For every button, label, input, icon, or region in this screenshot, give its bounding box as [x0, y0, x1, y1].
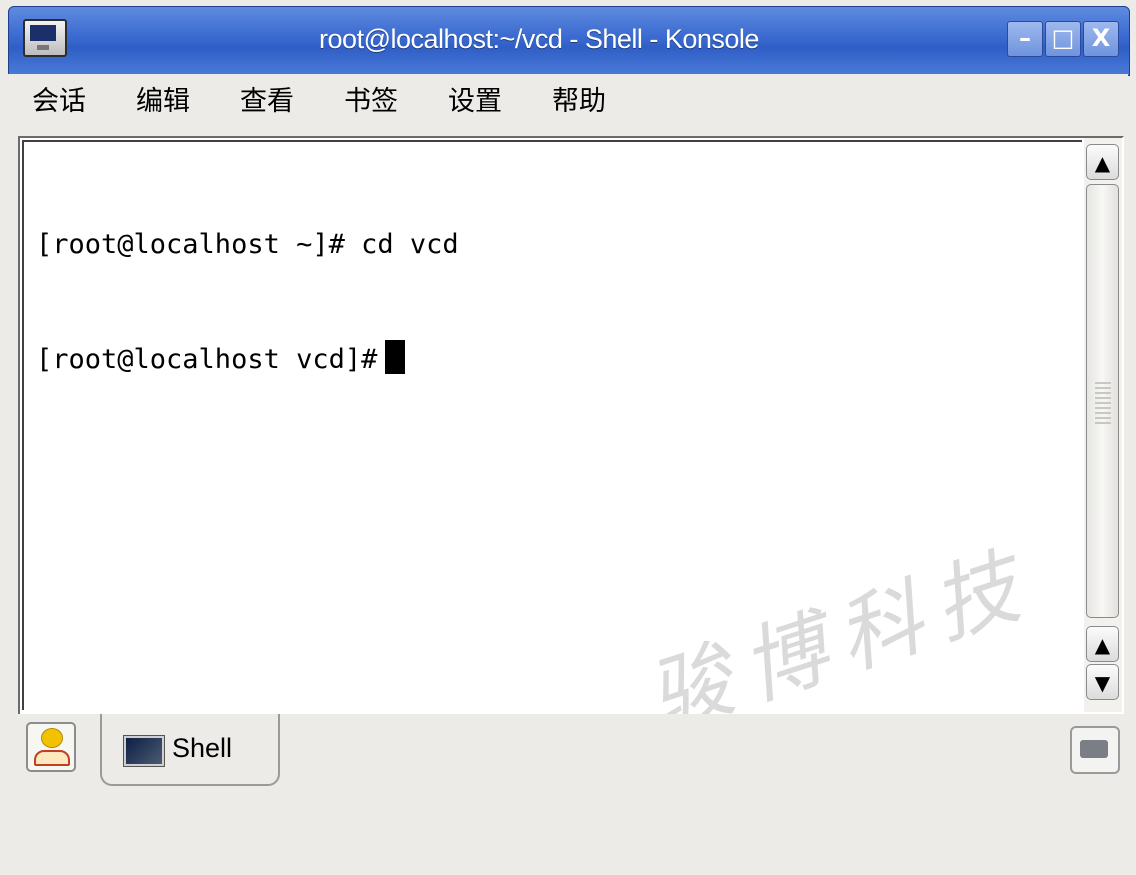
terminal-output[interactable]: [root@localhost ~]# cd vcd [root@localho… [22, 140, 1082, 750]
terminal-line: [root@localhost ~]# cd vcd [36, 229, 459, 260]
session-tab-bar: Shell [8, 714, 1128, 794]
tab-shell[interactable]: Shell [100, 714, 280, 786]
text-cursor [385, 340, 406, 374]
scroll-page-up-button[interactable]: ▲ [1086, 626, 1119, 662]
minimize-button[interactable]: – [1007, 21, 1043, 57]
menu-help[interactable]: 帮助 [552, 82, 606, 122]
window-title: root@localhost:~/vcd - Shell - Konsole [319, 24, 759, 54]
monitor-stand [37, 45, 49, 50]
close-session-plug-icon [1080, 740, 1108, 758]
scroll-up-button[interactable]: ▲ [1086, 144, 1119, 180]
new-session-sun-icon [41, 728, 63, 748]
menu-bar: 会话 编辑 查看 书签 设置 帮助 [8, 74, 1128, 130]
title-bar[interactable]: root@localhost:~/vcd - Shell - Konsole –… [8, 6, 1130, 76]
maximize-button[interactable]: □ [1045, 21, 1081, 57]
menu-edit[interactable]: 编辑 [136, 82, 190, 122]
terminal-prompt: [root@localhost vcd]# [36, 344, 378, 375]
menu-settings[interactable]: 设置 [448, 82, 502, 122]
close-button[interactable]: X [1083, 21, 1119, 57]
vertical-scrollbar[interactable]: ▲ ▲ ▼ [1084, 138, 1122, 712]
close-session-icon[interactable] [1070, 726, 1120, 774]
terminal-monitor-icon[interactable] [23, 19, 67, 57]
tab-label: Shell [172, 733, 233, 763]
menu-bookmarks[interactable]: 书签 [344, 82, 398, 122]
scroll-thumb[interactable] [1086, 184, 1119, 618]
menu-view[interactable]: 查看 [240, 82, 294, 122]
terminal-icon [124, 736, 164, 766]
monitor-screen [30, 25, 56, 41]
konsole-window: root@localhost:~/vcd - Shell - Konsole –… [0, 0, 1136, 801]
menu-session[interactable]: 会话 [32, 82, 86, 122]
scroll-grip-icon [1095, 380, 1111, 424]
terminal-prompt-line: [root@localhost vcd]# [36, 340, 1082, 378]
scroll-down-button[interactable]: ▼ [1086, 664, 1119, 700]
new-session-base-icon [34, 750, 70, 766]
watermark: 骏博科技 [634, 532, 1046, 750]
new-session-icon[interactable] [26, 722, 76, 772]
terminal-frame: [root@localhost ~]# cd vcd [root@localho… [18, 136, 1124, 750]
